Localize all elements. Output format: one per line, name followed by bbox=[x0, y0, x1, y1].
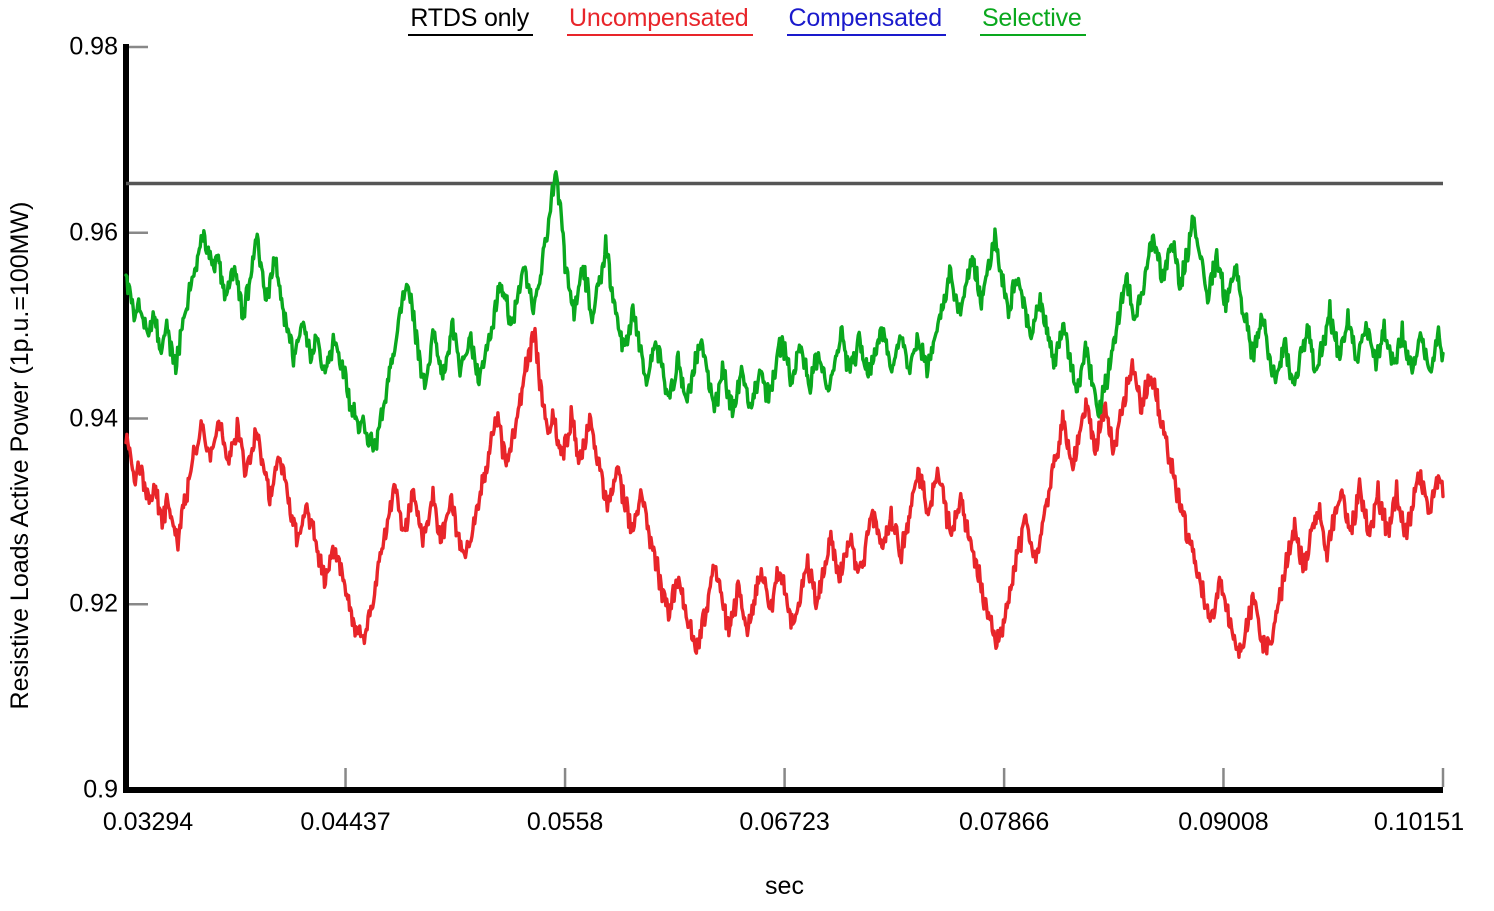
plot-canvas bbox=[123, 44, 1445, 793]
series-line-selective bbox=[124, 170, 1445, 453]
tick-marks bbox=[129, 45, 1445, 787]
axis-lines bbox=[123, 44, 1443, 793]
series-line-uncompensated bbox=[124, 326, 1445, 659]
chart-root: RTDS only Uncompensated Compensated Selecti… bbox=[0, 0, 1494, 911]
